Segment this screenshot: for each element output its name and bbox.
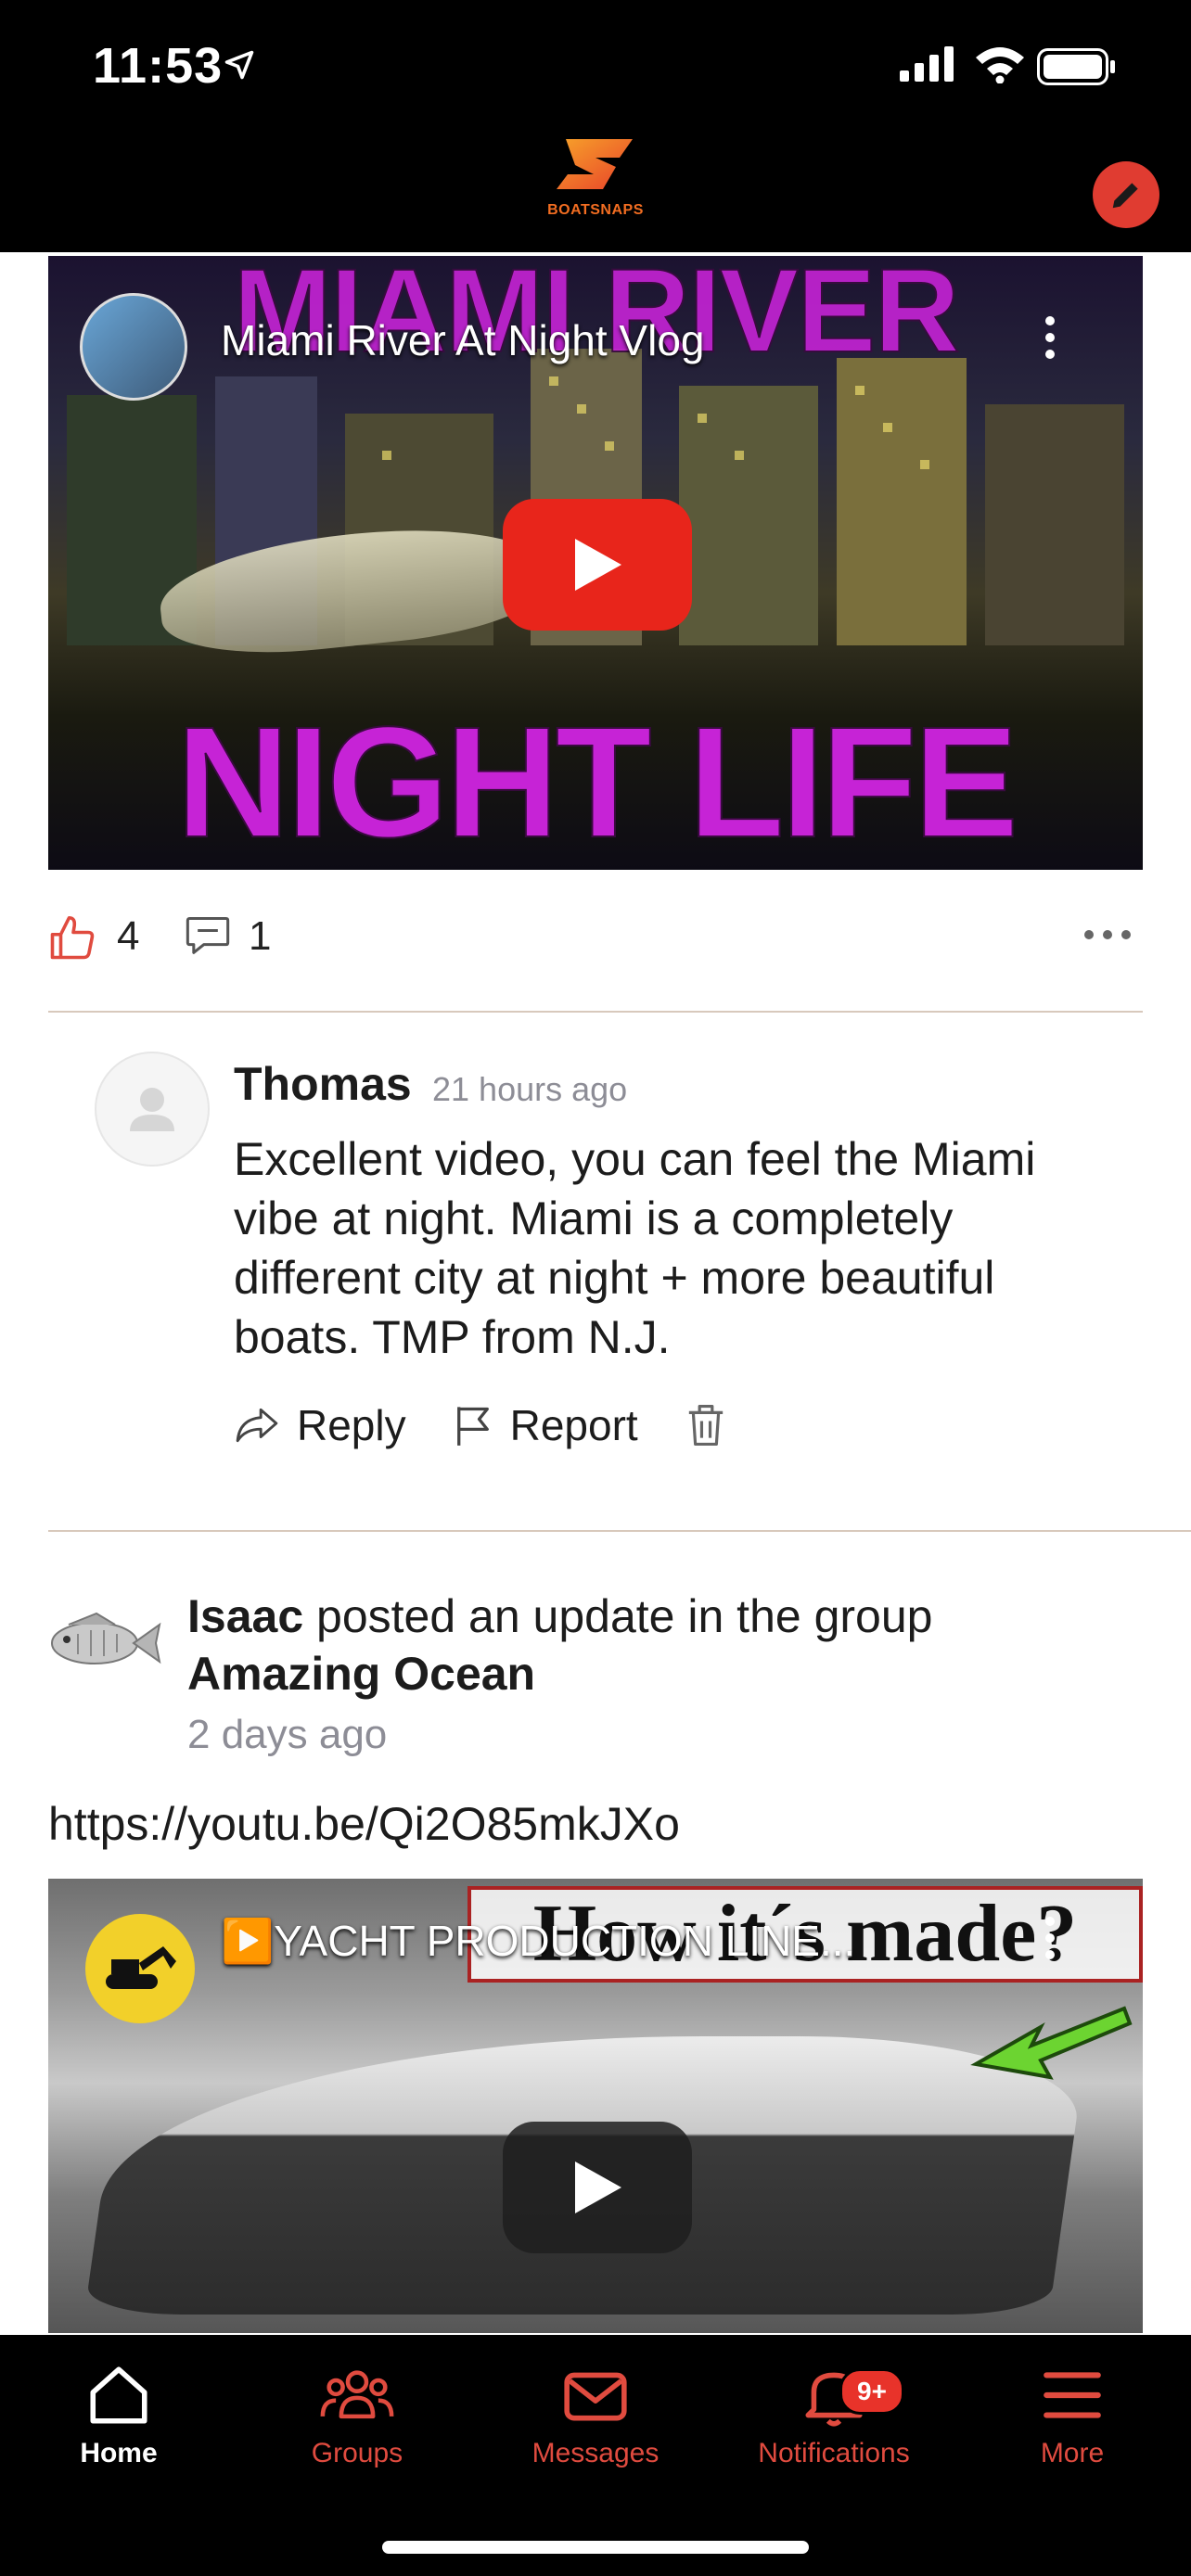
play-button[interactable] xyxy=(503,499,692,631)
divider xyxy=(48,1530,1191,1532)
channel-avatar[interactable] xyxy=(85,1914,195,2023)
nav-home[interactable]: Home xyxy=(17,2363,221,2469)
pencil-icon xyxy=(1112,183,1138,209)
home-icon xyxy=(90,2366,147,2424)
nav-home-label: Home xyxy=(80,2438,158,2468)
menu-icon xyxy=(1044,2372,1101,2418)
delete-button[interactable] xyxy=(685,1402,744,1448)
green-arrow-icon xyxy=(970,2006,1133,2080)
divider xyxy=(48,1011,1143,1013)
excavator-icon xyxy=(106,1946,176,1989)
post-timestamp: 2 days ago xyxy=(187,1712,388,1757)
post-options-icon[interactable] xyxy=(1082,924,1133,946)
fish-avatar[interactable] xyxy=(41,1600,163,1684)
comment-timestamp: 21 hours ago xyxy=(432,1070,628,1108)
video-menu-icon[interactable] xyxy=(1031,1912,1069,1968)
trash-icon xyxy=(688,1404,723,1447)
comment-count: 1 xyxy=(249,913,272,959)
play-button[interactable] xyxy=(503,2122,692,2253)
channel-avatar[interactable] xyxy=(80,293,187,401)
nav-groups-label: Groups xyxy=(311,2438,403,2468)
default-user-icon xyxy=(130,1088,174,1131)
like-count: 4 xyxy=(117,913,140,959)
reply-arrow-icon xyxy=(236,1408,278,1443)
post-action: posted an update in the group xyxy=(316,1590,933,1642)
report-label: Report xyxy=(509,1401,638,1449)
thumbs-up-icon xyxy=(50,915,95,960)
notification-badge: 9+ xyxy=(839,2368,904,2415)
post-author[interactable]: Isaac xyxy=(187,1590,303,1642)
reply-button[interactable]: Reply xyxy=(234,1400,406,1450)
wifi-icon xyxy=(976,47,1024,83)
post-group[interactable]: Amazing Ocean xyxy=(187,1648,535,1700)
groups-icon xyxy=(320,2370,394,2419)
compose-button[interactable] xyxy=(1093,161,1159,228)
comment-bubble-icon xyxy=(186,916,230,954)
comment-author[interactable]: Thomas xyxy=(234,1057,412,1111)
signal-icon xyxy=(900,46,954,82)
video-embed-miami[interactable]: MIAMI RIVER NIGHT LIFE Miami River At Ni… xyxy=(48,256,1143,870)
comment-actions: Reply Report xyxy=(234,1400,790,1450)
video-title[interactable]: Miami River At Night Vlog xyxy=(221,315,705,365)
video-title[interactable]: ▶️YACHT PRODUCTION LINE... xyxy=(221,1916,855,1967)
status-time: 11:53 xyxy=(93,38,224,94)
video-menu-icon[interactable] xyxy=(1031,312,1069,367)
like-button[interactable]: 4 xyxy=(48,909,139,964)
report-button[interactable]: Report xyxy=(453,1400,638,1450)
logo-text: BOATSNAPS xyxy=(547,202,644,218)
comment-button[interactable]: 1 xyxy=(184,909,271,964)
play-icon xyxy=(575,2162,621,2213)
messages-icon xyxy=(564,2372,627,2421)
commenter-avatar[interactable] xyxy=(95,1052,210,1167)
location-arrow-icon xyxy=(224,50,254,80)
nav-notifications[interactable]: 9+ Notifications xyxy=(732,2363,936,2469)
play-icon xyxy=(575,539,621,591)
bottom-nav: Home Groups Messages 9+ Notifications Mo… xyxy=(0,2335,1191,2576)
battery-icon xyxy=(1037,48,1115,85)
video-embed-yacht[interactable]: How it´s made? ▶️YACHT PRODUCTION LINE..… xyxy=(48,1879,1143,2333)
nav-more-label: More xyxy=(1040,2438,1105,2468)
reply-label: Reply xyxy=(297,1401,406,1449)
video-overlay-bottom-text: NIGHT LIFE xyxy=(175,694,1019,870)
nav-messages[interactable]: Messages xyxy=(493,2363,698,2469)
post-link[interactable]: https://youtu.be/Qi2O85mkJXo xyxy=(48,1797,680,1851)
comment-text: Excellent video, you can feel the Miami … xyxy=(234,1133,1036,1363)
home-indicator xyxy=(382,2541,809,2554)
nav-notifications-label: Notifications xyxy=(758,2438,910,2468)
nav-messages-label: Messages xyxy=(531,2438,660,2468)
top-bar: 11:53 BOATSNAPS xyxy=(0,0,1191,252)
flag-icon xyxy=(456,1407,489,1446)
post-header: Isaac posted an update in the group Amaz… xyxy=(187,1588,1133,1702)
nav-more[interactable]: More xyxy=(970,2363,1174,2469)
nav-groups[interactable]: Groups xyxy=(255,2363,459,2469)
